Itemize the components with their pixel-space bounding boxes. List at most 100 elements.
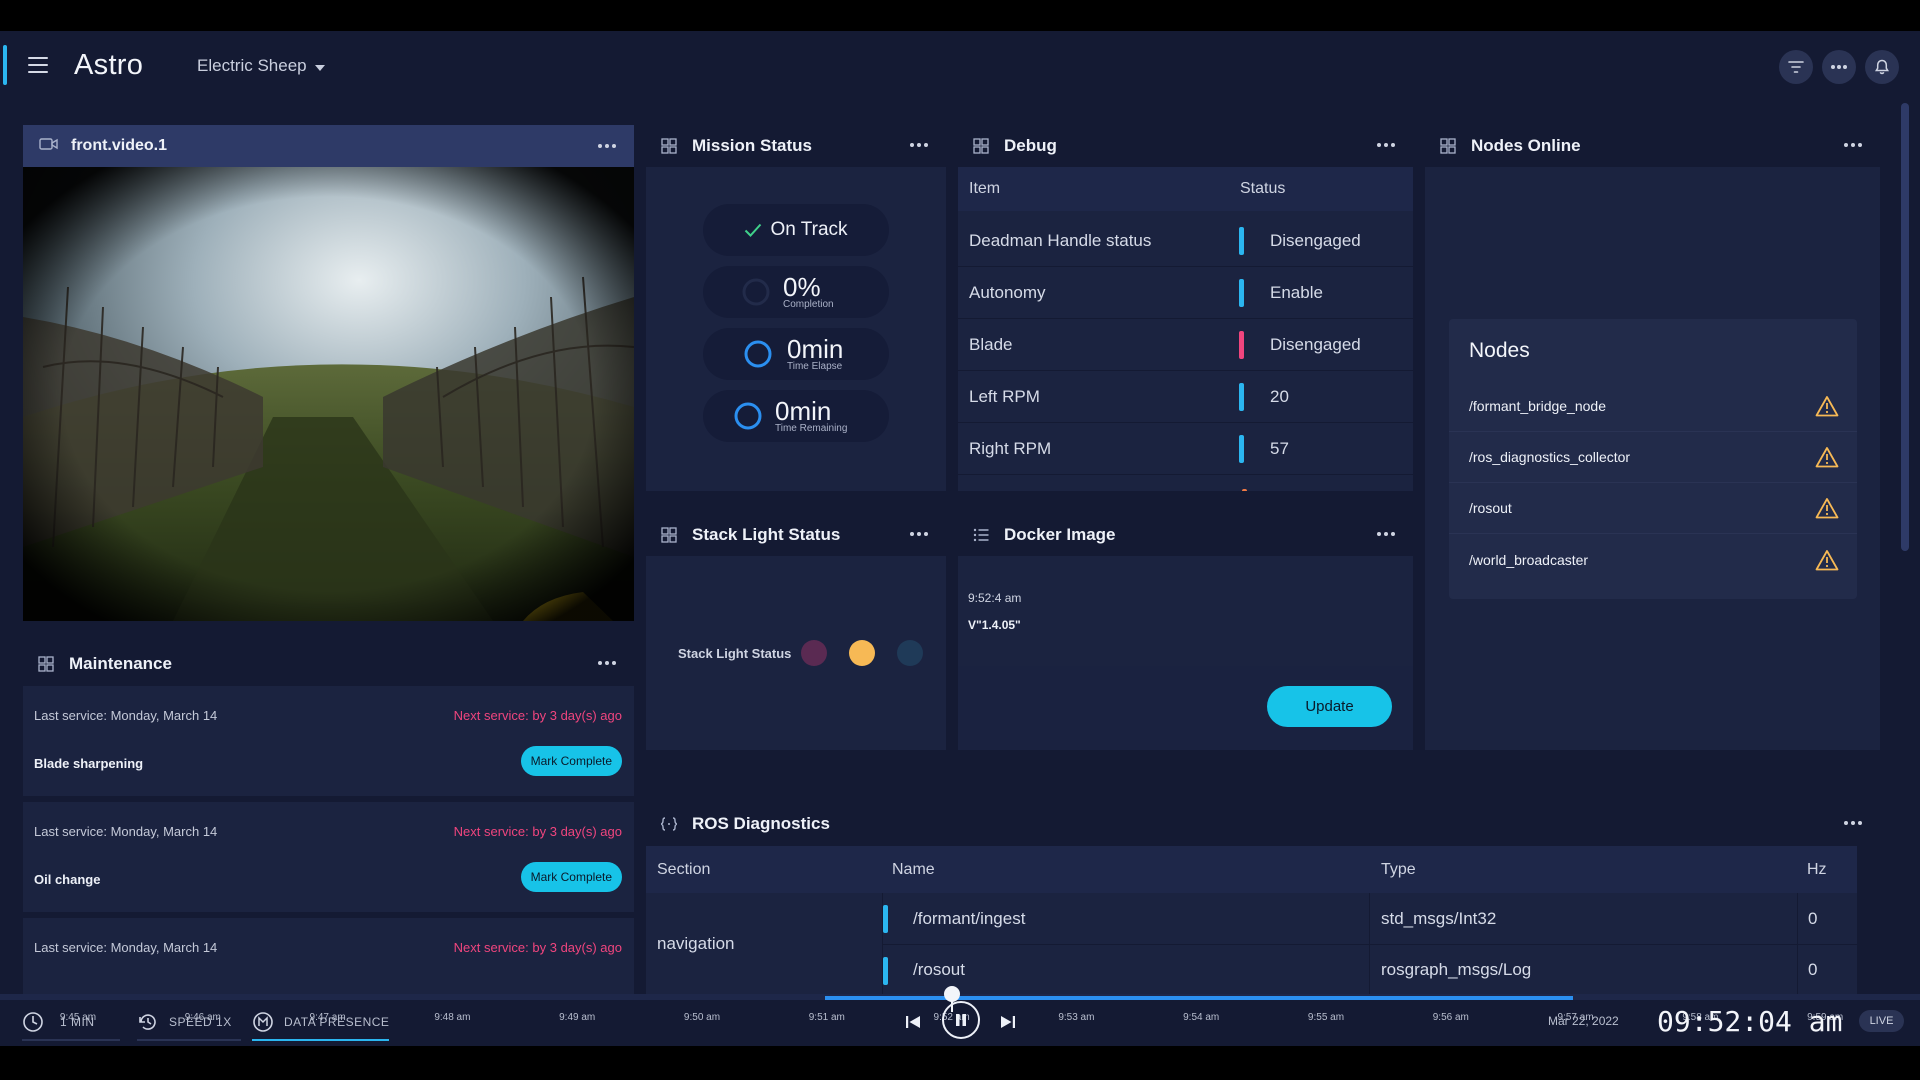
debug-header: Debug [958,125,1413,167]
mark-complete-button[interactable]: Mark Complete [520,746,622,776]
robot-name: Electric Sheep [197,56,307,75]
playback-controls: 1 MIN SPEED 1X DATA PRESENCE Mar 22, 202… [0,1001,1920,1046]
pause-button[interactable] [942,1001,980,1039]
ros-col-type: Type [1381,860,1416,878]
debug-row: Left RPM 20 [958,371,1413,423]
maintenance-more-icon[interactable] [594,657,620,669]
data-presence-icon [253,1011,273,1032]
bell-icon[interactable] [1865,50,1899,84]
node-row[interactable]: /ros_diagnostics_collector [1449,432,1857,483]
status-indicator-bar [883,957,888,985]
grid-icon [660,137,678,155]
node-name: /formant_bridge_node [1469,398,1606,414]
presence-label: DATA PRESENCE [284,1014,390,1029]
debug-status: Disengaged [1270,230,1361,250]
menu-icon[interactable] [28,57,48,73]
next-service: Next service: by 3 day(s) ago [453,940,622,955]
time-remaining-pill: 0min Time Remaining [703,390,889,442]
debug-item: Left RPM [969,386,1040,406]
debug-item: Deadman Handle status [969,230,1152,250]
node-name: /rosout [1469,500,1512,516]
docker-action-panel: Update [958,666,1413,750]
ros-section-cell: navigation [646,893,883,994]
maintenance-header: Maintenance [23,643,634,685]
app-root: Astro Electric Sheep front.video.1 Missi… [0,31,1920,1046]
grid-icon [660,526,678,544]
remaining-value: 0min [775,395,832,426]
mission-status-more-icon[interactable] [906,139,932,151]
grid-icon [37,655,55,673]
video-title: front.video.1 [71,137,168,154]
stack-light-row: Stack Light Status [678,640,924,666]
page-scrollbar[interactable] [1901,103,1909,551]
task-name: Blade sharpening [34,756,144,771]
maintenance-item: Last service: Monday, March 14 Next serv… [23,802,634,912]
ros-topic-name: /formant/ingest [913,908,1026,928]
node-row[interactable]: /world_broadcaster [1449,534,1857,585]
debug-item: Blade [969,334,1013,354]
next-service: Next service: by 3 day(s) ago [453,708,622,723]
video-feed[interactable] [23,167,634,621]
next-service: Next service: by 3 day(s) ago [453,824,622,839]
ros-col-section: Section [657,860,711,878]
top-header: Astro Electric Sheep [0,31,1920,103]
filter-icon[interactable] [1779,50,1813,84]
list-icon [972,526,990,544]
last-service: Last service: Monday, March 14 [34,940,218,955]
skip-forward-button[interactable] [999,1005,1017,1038]
node-row[interactable]: /formant_bridge_node [1449,381,1857,432]
debug-row: Blade Disengaged [958,319,1413,371]
speed-label: SPEED 1X [169,1014,232,1029]
debug-item: Autonomy [969,282,1046,302]
header-accent-bar [3,45,7,85]
ros-row: /rosout rosgraph_msgs/Log 0 [883,945,1857,994]
warning-icon [1815,498,1839,519]
speed-selector[interactable]: SPEED 1X [137,1005,232,1038]
mission-status-title: Mission Status [692,136,812,155]
debug-more-icon[interactable] [1373,139,1399,151]
ros-topic-name: /rosout [913,959,965,979]
current-date: Mar 22, 2022 [1548,1014,1619,1028]
maintenance-item: Last service: Monday, March 14 Next serv… [23,918,634,994]
debug-row: Autonomy Enable [958,267,1413,319]
blue-light [897,640,924,666]
update-button[interactable]: Update [1267,686,1392,727]
node-name: /world_broadcaster [1469,551,1589,568]
video-camera-icon [39,137,59,156]
last-service: Last service: Monday, March 14 [34,824,218,839]
window-selector[interactable]: 1 MIN [22,1005,95,1038]
docker-more-icon[interactable] [1373,528,1399,540]
docker-header: Docker Image [958,514,1413,556]
mission-status-header: Mission Status [646,125,946,167]
elapsed-value: 0min [787,333,844,364]
nodes-online-header: Nodes Online [1425,125,1880,167]
nodes-online-more-icon[interactable] [1840,139,1866,151]
ros-topic-hz: 0 [1808,908,1818,928]
pause-icon [956,1014,966,1026]
docker-info-panel: 9:52:4 am V"1.4.05" [958,556,1413,666]
debug-next-row-indicator [1242,489,1247,491]
remaining-ring-icon [734,402,762,430]
data-presence-toggle[interactable]: DATA PRESENCE [252,1005,389,1038]
window-label: 1 MIN [60,1014,95,1029]
skip-back-button[interactable] [904,1005,922,1038]
remaining-label: Time Remaining [775,422,848,434]
node-name: /ros_diagnostics_collector [1469,449,1631,465]
maintenance-title: Maintenance [69,654,172,673]
completion-label: Completion [783,298,834,310]
stack-light-more-icon[interactable] [906,528,932,540]
node-row[interactable]: /rosout [1449,483,1857,534]
skip-forward-icon [1001,1015,1015,1028]
debug-title: Debug [1004,136,1057,155]
video-more-icon[interactable] [594,140,620,152]
yellow-light [849,640,876,666]
ros-diagnostics-more-icon[interactable] [1840,817,1866,829]
mark-complete-button[interactable]: Mark Complete [520,862,622,892]
more-icon[interactable] [1822,50,1856,84]
docker-version: V"1.4.05" [968,618,1021,632]
debug-col-item: Item [969,180,1001,197]
stack-light-title: Stack Light Status [692,525,841,544]
live-button[interactable]: LIVE [1859,1010,1904,1032]
robot-selector[interactable]: Electric Sheep [197,56,325,76]
data-presence-bar [825,996,1573,1000]
